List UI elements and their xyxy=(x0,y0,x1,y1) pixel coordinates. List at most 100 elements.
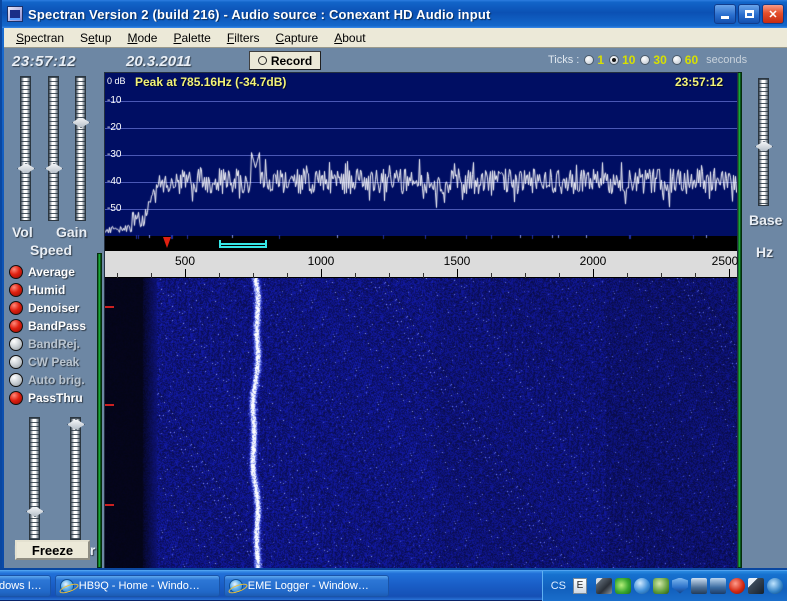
minimize-button[interactable] xyxy=(714,4,736,24)
speed-slider[interactable] xyxy=(72,76,90,221)
menu-item-palette[interactable]: Palette xyxy=(165,29,218,47)
indicator-bandrej[interactable]: BandRej. xyxy=(9,337,80,351)
maximize-button[interactable] xyxy=(738,4,760,24)
taskbar-item-label: HB9Q - Home - Windo… xyxy=(78,579,200,592)
spectrum-display-area[interactable]: 0 dB Peak at 785.16Hz (-34.7dB) 23:57:12… xyxy=(104,72,738,568)
contrast-slider-thumb[interactable] xyxy=(67,419,85,430)
indicator-label: BandPass xyxy=(28,319,87,333)
security-shield-icon[interactable] xyxy=(672,577,688,594)
led-icon xyxy=(9,373,23,387)
indicator-denoiser[interactable]: Denoiser xyxy=(9,301,79,315)
freq-label-1000: 1000 xyxy=(307,254,335,268)
gain-slider-thumb[interactable] xyxy=(45,163,63,174)
freq-label-1500: 1500 xyxy=(443,254,471,268)
base-slider[interactable] xyxy=(755,78,773,206)
radio-icon[interactable] xyxy=(671,55,682,65)
display-alert-icon[interactable] xyxy=(710,577,726,594)
ticks-option-60[interactable]: 60 xyxy=(671,53,698,67)
ticks-units: seconds xyxy=(706,54,748,66)
spectrum-trace xyxy=(105,73,737,236)
menu-item-setup[interactable]: Setup xyxy=(72,29,119,47)
system-tray: CS E xyxy=(541,570,787,601)
frequency-axis: 500 1000 1500 2000 2500 xyxy=(105,250,739,278)
indicator-bandpass[interactable]: BandPass xyxy=(9,319,86,333)
waterfall-canvas xyxy=(105,278,737,568)
menu-item-about[interactable]: About xyxy=(326,29,373,47)
ticks-value: 30 xyxy=(653,53,667,67)
menu-item-filters[interactable]: Filters xyxy=(219,29,268,47)
menu-item-capture[interactable]: Capture xyxy=(268,29,327,47)
ticks-option-30[interactable]: 30 xyxy=(640,53,667,67)
brightness-slider-thumb[interactable] xyxy=(26,506,44,517)
record-button[interactable]: Record xyxy=(249,51,321,70)
freq-label-2500: 2500 xyxy=(711,254,739,268)
indicator-cw-peak[interactable]: CW Peak xyxy=(9,355,79,369)
waterfall-display[interactable] xyxy=(105,278,737,568)
peak-marker-icon[interactable] xyxy=(163,237,171,248)
spectrum-graph[interactable]: 0 dB Peak at 785.16Hz (-34.7dB) 23:57:12… xyxy=(105,73,737,236)
internet-explorer-icon xyxy=(59,578,74,593)
radio-icon[interactable] xyxy=(640,55,651,65)
freeze-button[interactable]: Freeze xyxy=(15,540,90,560)
indicator-average[interactable]: Average xyxy=(9,265,75,279)
close-icon[interactable]: ✕ xyxy=(762,4,784,24)
shield-alert-icon[interactable] xyxy=(653,577,669,594)
taskbar-item-2[interactable]: EME Logger - Window… xyxy=(223,574,389,597)
bandpass-bracket[interactable] xyxy=(219,240,267,248)
ticks-option-10[interactable]: 10 xyxy=(609,53,635,67)
indicator-auto-brig[interactable]: Auto brig. xyxy=(9,373,85,387)
window-controls: ✕ xyxy=(714,4,784,24)
record-circle-icon xyxy=(257,56,267,65)
monitor-alert-icon[interactable] xyxy=(691,577,707,594)
tray-language-label[interactable]: CS xyxy=(551,580,566,592)
taskbar-item-1[interactable]: HB9Q - Home - Windo… xyxy=(54,574,220,597)
tray-input-indicator[interactable]: E xyxy=(573,577,587,594)
taskbar: dows I… HB9Q - Home - Windo… EME Logger … xyxy=(0,570,787,601)
brightness-slider[interactable] xyxy=(26,417,44,540)
indicator-label: PassThru xyxy=(28,391,83,405)
globe-icon[interactable] xyxy=(634,577,650,594)
record-label: Record xyxy=(270,53,313,68)
indicator-label: Auto brig. xyxy=(28,373,85,387)
marker-strip[interactable] xyxy=(105,235,737,250)
taskbar-item-0[interactable]: dows I… xyxy=(0,574,51,597)
indicator-humid[interactable]: Humid xyxy=(9,283,65,297)
network-icon[interactable] xyxy=(596,577,612,594)
title-bar[interactable]: Spectran Version 2 (build 216) - Audio s… xyxy=(2,0,787,28)
indicator-passthru[interactable]: PassThru xyxy=(9,391,83,405)
menu-item-mode[interactable]: Mode xyxy=(119,29,165,47)
gain-slider[interactable] xyxy=(45,76,63,221)
left-scroll-rail[interactable] xyxy=(97,253,102,568)
ticks-value: 1 xyxy=(597,53,605,67)
waterfall-time-tick xyxy=(105,504,114,506)
led-icon xyxy=(9,319,23,333)
contrast-slider[interactable] xyxy=(67,417,85,540)
radio-icon[interactable] xyxy=(584,55,595,65)
taskbar-item-label: dows I… xyxy=(0,579,42,592)
vol-slider-thumb[interactable] xyxy=(17,163,35,174)
speed-label: Speed xyxy=(30,242,73,258)
vol-slider[interactable] xyxy=(17,76,35,221)
misc-icon[interactable] xyxy=(767,577,783,594)
right-control-column: Base Hz xyxy=(742,72,787,568)
led-icon xyxy=(9,265,23,279)
waterfall-time-tick xyxy=(105,404,114,406)
base-slider-thumb[interactable] xyxy=(755,141,773,152)
led-icon xyxy=(9,301,23,315)
ticks-option-1[interactable]: 1 xyxy=(584,53,604,67)
internet-explorer-icon xyxy=(228,578,243,593)
indicator-label: CW Peak xyxy=(28,355,80,369)
taskbar-item-label: EME Logger - Window… xyxy=(247,579,369,592)
led-icon xyxy=(9,283,23,297)
speed-slider-thumb[interactable] xyxy=(72,117,90,128)
ticks-value: 10 xyxy=(622,53,636,67)
menu-item-spectran[interactable]: SSpectranpectran xyxy=(8,29,72,47)
antivirus-icon[interactable] xyxy=(729,577,745,594)
ticks-selector: Ticks : 1 10 30 60 seconds xyxy=(548,53,747,67)
radio-icon[interactable] xyxy=(609,55,620,65)
window-title: Spectran Version 2 (build 216) - Audio s… xyxy=(28,6,491,22)
flash-icon[interactable] xyxy=(748,577,764,594)
spectran-window: Spectran Version 2 (build 216) - Audio s… xyxy=(0,0,787,570)
volume-icon[interactable] xyxy=(615,577,631,594)
ticks-label: Ticks : xyxy=(548,54,580,66)
